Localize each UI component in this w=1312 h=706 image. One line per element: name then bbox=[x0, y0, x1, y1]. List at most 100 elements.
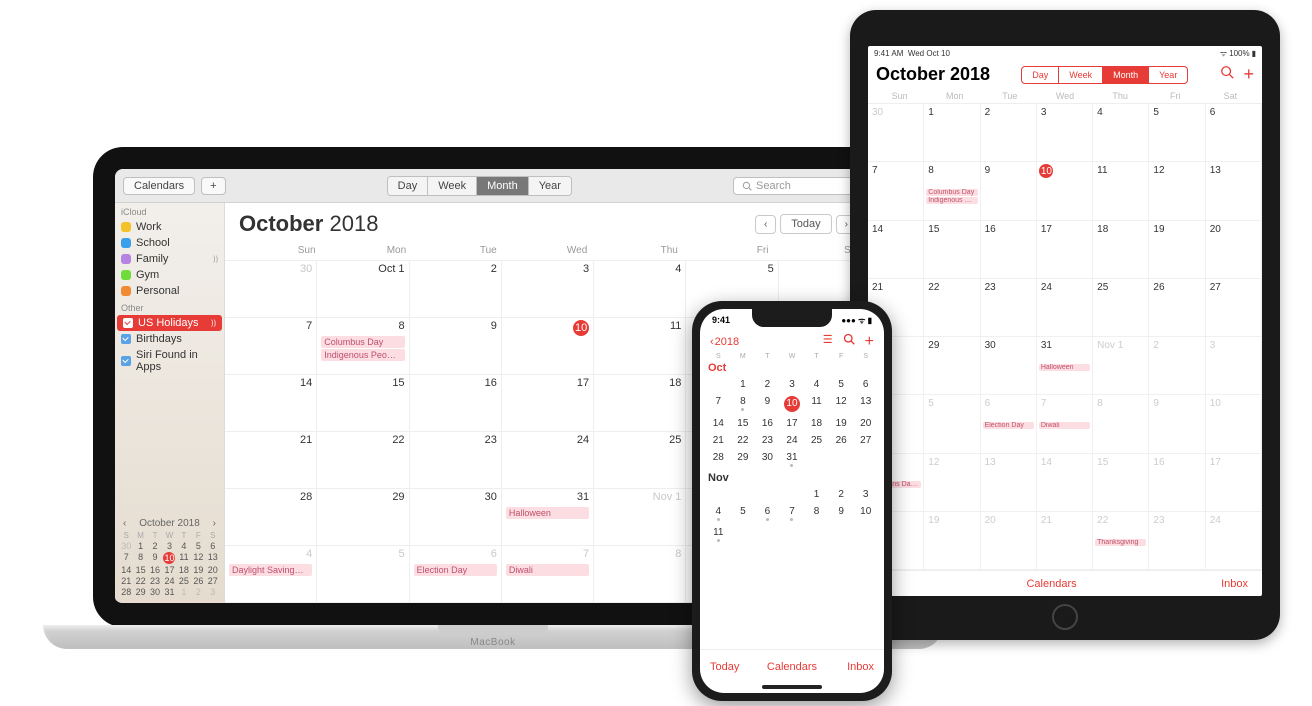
checkbox-icon[interactable] bbox=[121, 334, 131, 344]
calendar-day-cell[interactable]: 25 bbox=[594, 432, 686, 489]
calendar-day-cell[interactable]: 29 bbox=[317, 489, 409, 546]
calendar-day-cell[interactable]: 23 bbox=[755, 432, 780, 449]
calendar-day-cell[interactable]: 8 bbox=[731, 393, 756, 415]
view-tab-year[interactable]: Year bbox=[528, 177, 571, 195]
calendar-event[interactable]: Columbus Day bbox=[321, 336, 404, 348]
search-icon[interactable] bbox=[1220, 65, 1234, 84]
calendar-day-cell[interactable]: 30 bbox=[410, 489, 502, 546]
calendar-day-cell[interactable]: 9 bbox=[981, 162, 1037, 220]
calendar-day-cell[interactable]: 16 bbox=[410, 375, 502, 432]
calendar-day-cell[interactable]: 14 bbox=[706, 415, 731, 432]
calendar-day-cell[interactable]: 5 bbox=[731, 503, 756, 524]
calendar-day-cell[interactable]: 23 bbox=[410, 432, 502, 489]
calendar-day-cell[interactable]: 21 bbox=[706, 432, 731, 449]
calendar-day-cell[interactable]: 8 bbox=[804, 503, 829, 524]
calendar-day-cell[interactable]: 24 bbox=[502, 432, 594, 489]
calendar-day-cell[interactable]: 11 bbox=[594, 318, 686, 375]
calendar-day-cell[interactable]: 13 bbox=[853, 393, 878, 415]
search-input[interactable]: Search bbox=[733, 177, 863, 195]
calendar-day-cell[interactable]: 10 bbox=[853, 503, 878, 524]
calendars-button[interactable]: Calendars bbox=[123, 177, 195, 195]
calendar-day-cell[interactable]: 18 bbox=[804, 415, 829, 432]
calendar-day-cell[interactable]: 12 bbox=[924, 454, 980, 512]
calendar-event[interactable]: Columbus Day bbox=[926, 189, 977, 196]
iphone-year-scroll[interactable]: Oct1234567891011121314151617181920212223… bbox=[700, 360, 884, 649]
calendar-day-cell[interactable]: 10 bbox=[502, 318, 594, 375]
calendar-day-cell[interactable]: 30 bbox=[225, 261, 317, 318]
calendar-event[interactable]: Halloween bbox=[506, 507, 589, 519]
calendar-day-cell[interactable]: 31Halloween bbox=[502, 489, 594, 546]
iphone-calendars-button[interactable]: Calendars bbox=[765, 661, 820, 673]
calendar-day-cell[interactable]: 7 bbox=[780, 503, 805, 524]
calendar-event[interactable]: Daylight Saving… bbox=[229, 564, 312, 576]
calendar-day-cell[interactable]: 1 bbox=[924, 104, 980, 162]
view-tab-month[interactable]: Month bbox=[1102, 67, 1148, 83]
calendar-day-cell[interactable]: 7 bbox=[868, 162, 924, 220]
list-icon[interactable]: ☰ bbox=[823, 333, 833, 351]
calendar-day-cell[interactable]: 10 bbox=[1037, 162, 1093, 220]
calendar-event[interactable]: Diwali bbox=[1039, 422, 1090, 429]
calendar-day-cell[interactable]: 19 bbox=[829, 415, 854, 432]
mini-prev-icon[interactable]: ‹ bbox=[123, 518, 126, 529]
calendar-event[interactable]: Halloween bbox=[1039, 364, 1090, 371]
sidebar-item[interactable]: Family⟯⟯ bbox=[115, 251, 224, 267]
sidebar-item[interactable]: Siri Found in Apps bbox=[115, 347, 224, 375]
calendar-day-cell[interactable]: 8Columbus DayIndigenous Peop… bbox=[924, 162, 980, 220]
ipad-home-button[interactable] bbox=[1052, 604, 1078, 630]
prev-button[interactable]: ‹ bbox=[755, 215, 776, 234]
view-tab-year[interactable]: Year bbox=[1148, 67, 1187, 83]
view-tab-day[interactable]: Day bbox=[388, 177, 428, 195]
calendar-day-cell[interactable]: 13 bbox=[1206, 162, 1262, 220]
calendar-day-cell[interactable]: 24 bbox=[780, 432, 805, 449]
calendar-day-cell[interactable]: 9 bbox=[1149, 395, 1205, 453]
sidebar-item[interactable]: Personal bbox=[115, 283, 224, 299]
calendar-day-cell[interactable]: 23 bbox=[1149, 512, 1205, 570]
calendar-day-cell[interactable]: 21 bbox=[1037, 512, 1093, 570]
calendar-day-cell[interactable]: 26 bbox=[829, 432, 854, 449]
calendar-day-cell[interactable]: 9 bbox=[410, 318, 502, 375]
calendar-day-cell[interactable]: 2 bbox=[1149, 337, 1205, 395]
calendar-day-cell[interactable]: 8Columbus DayIndigenous Peo… bbox=[317, 318, 409, 375]
calendar-day-cell[interactable]: 2 bbox=[981, 104, 1037, 162]
calendar-day-cell[interactable]: 30 bbox=[981, 337, 1037, 395]
calendar-event[interactable]: Indigenous Peo… bbox=[321, 349, 404, 361]
calendar-day-cell[interactable]: 14 bbox=[868, 221, 924, 279]
calendar-day-cell[interactable]: 18 bbox=[594, 375, 686, 432]
calendar-day-cell[interactable]: 30 bbox=[755, 449, 780, 470]
view-tab-week[interactable]: Week bbox=[1058, 67, 1102, 83]
calendar-day-cell[interactable]: 7 bbox=[225, 318, 317, 375]
calendar-day-cell[interactable]: 30 bbox=[868, 104, 924, 162]
calendar-event[interactable]: Diwali bbox=[506, 564, 589, 576]
sidebar-item[interactable]: Work bbox=[115, 219, 224, 235]
calendar-day-cell[interactable]: 20 bbox=[853, 415, 878, 432]
view-tab-day[interactable]: Day bbox=[1022, 67, 1058, 83]
calendar-day-cell[interactable]: 31Halloween bbox=[1037, 337, 1093, 395]
calendar-day-cell[interactable]: 1 bbox=[731, 376, 756, 393]
calendar-day-cell[interactable]: 20 bbox=[981, 512, 1037, 570]
calendar-day-cell[interactable]: 15 bbox=[1093, 454, 1149, 512]
search-icon[interactable] bbox=[843, 333, 855, 351]
add-button[interactable]: + bbox=[201, 177, 225, 195]
calendar-day-cell[interactable]: 6Election Day bbox=[410, 546, 502, 603]
calendar-day-cell[interactable]: 14 bbox=[225, 375, 317, 432]
calendar-day-cell[interactable]: 4 bbox=[594, 261, 686, 318]
calendar-day-cell[interactable]: 24 bbox=[1206, 512, 1262, 570]
calendar-day-cell[interactable]: 15 bbox=[924, 221, 980, 279]
iphone-home-indicator[interactable] bbox=[762, 685, 822, 689]
calendar-day-cell[interactable]: 15 bbox=[317, 375, 409, 432]
iphone-back-button[interactable]: ‹ 2018 bbox=[710, 336, 739, 348]
calendar-day-cell[interactable]: 9 bbox=[829, 503, 854, 524]
calendar-day-cell[interactable]: 16 bbox=[981, 221, 1037, 279]
calendar-day-cell[interactable]: 25 bbox=[804, 432, 829, 449]
calendar-day-cell[interactable]: 27 bbox=[853, 432, 878, 449]
calendar-day-cell[interactable]: Nov 1 bbox=[594, 489, 686, 546]
calendar-day-cell[interactable]: 31 bbox=[780, 449, 805, 470]
calendar-day-cell[interactable]: 27 bbox=[1206, 279, 1262, 337]
calendar-event[interactable]: Indigenous Peop… bbox=[926, 197, 977, 204]
calendar-day-cell[interactable]: 13 bbox=[981, 454, 1037, 512]
calendar-day-cell[interactable]: 5 bbox=[317, 546, 409, 603]
calendar-day-cell[interactable]: 4Daylight Saving… bbox=[225, 546, 317, 603]
calendar-day-cell[interactable]: 7 bbox=[706, 393, 731, 415]
calendar-day-cell[interactable]: 5 bbox=[829, 376, 854, 393]
sidebar-item[interactable]: US Holidays⟯⟯ bbox=[117, 315, 222, 331]
